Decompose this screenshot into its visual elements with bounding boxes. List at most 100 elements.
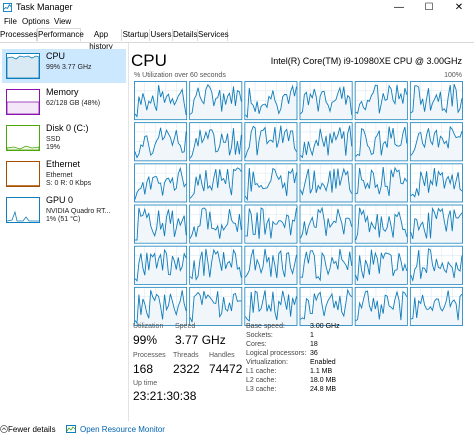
logical-processor-graph	[134, 81, 188, 121]
logical-processor-graph	[134, 204, 188, 244]
disk-thumbnail-graph	[6, 125, 40, 151]
sidebar-item-cpu[interactable]: CPU 99% 3.77 GHz	[2, 49, 126, 83]
tab-users[interactable]: Users	[150, 29, 173, 41]
logical-processor-graph	[134, 286, 188, 326]
logical-processor-graph	[299, 286, 353, 326]
sidebar-item-detail: Ethernet	[46, 172, 73, 179]
sidebar-item-ethernet[interactable]: Ethernet Ethernet S: 0 R: 0 Kbps	[2, 157, 126, 191]
maximize-button[interactable]: ☐	[414, 0, 444, 16]
logical-processor-graph	[409, 81, 463, 121]
tab-services[interactable]: Services	[198, 29, 229, 41]
tab-processes[interactable]: Processes	[0, 29, 37, 41]
logical-processor-graph	[244, 286, 298, 326]
speed-label: Speed	[175, 323, 196, 330]
logical-processor-graph	[299, 163, 353, 203]
sidebar-item-detail: 1% (51 °C)	[46, 216, 81, 223]
handles-value: 74472	[209, 362, 243, 376]
logical-processor-graph	[354, 122, 408, 162]
threads-value: 2322	[173, 362, 200, 376]
footer-bar: Fewer details Open Resource Monitor	[0, 421, 474, 442]
property-label: L3 cache:	[246, 386, 277, 393]
tab-performance[interactable]: Performance	[37, 28, 84, 42]
sidebar-item-label: Disk 0 (C:)	[46, 123, 89, 133]
property-label: Cores:	[246, 341, 267, 348]
property-value: 36	[310, 350, 318, 357]
logical-processor-graph	[409, 286, 463, 326]
handles-label: Handles	[209, 352, 235, 359]
menu-file[interactable]: File	[4, 17, 17, 26]
processes-value: 168	[133, 362, 154, 376]
sidebar-item-memory[interactable]: Memory 62/128 GB (48%)	[2, 85, 126, 119]
logical-processor-graph	[134, 122, 188, 162]
window-title: Task Manager	[16, 2, 73, 12]
logical-processor-graph	[409, 122, 463, 162]
sidebar-item-detail: S: 0 R: 0 Kbps	[46, 180, 92, 187]
processes-label: Processes	[133, 352, 166, 359]
resource-sidebar: CPU 99% 3.77 GHz Memory 62/128 GB (48%) …	[0, 43, 129, 421]
logical-processor-graph	[409, 204, 463, 244]
memory-thumbnail-graph	[6, 89, 40, 115]
property-label: Sockets:	[246, 332, 273, 339]
property-value: 1	[310, 332, 314, 339]
logical-processor-graph	[354, 286, 408, 326]
logical-processor-graph	[189, 81, 243, 121]
property-label: Base speed:	[246, 323, 285, 330]
logical-processor-graphs[interactable]	[134, 81, 463, 326]
property-value: 24.8 MB	[310, 386, 337, 393]
logical-processor-graph	[354, 81, 408, 121]
close-button[interactable]: ✕	[444, 0, 474, 16]
tab-startup[interactable]: Startup	[122, 29, 150, 41]
tab-app-history[interactable]: App history	[81, 29, 122, 51]
logical-processor-graph	[409, 245, 463, 285]
logical-processor-graph	[299, 245, 353, 285]
chevron-up-icon[interactable]	[0, 425, 8, 433]
sidebar-item-detail: SSD	[46, 136, 61, 143]
sidebar-item-detail: NVIDIA Quadro RT...	[46, 208, 111, 215]
sidebar-item-detail: 99% 3.77 GHz	[46, 64, 92, 71]
graph-caption: % Utilization over 60 seconds	[134, 72, 226, 79]
minimize-button[interactable]: —	[384, 0, 414, 16]
task-manager-icon	[3, 3, 12, 12]
menu-view[interactable]: View	[54, 17, 71, 26]
logical-processor-graph	[189, 204, 243, 244]
logical-processor-graph	[354, 245, 408, 285]
sidebar-item-gpu[interactable]: GPU 0 NVIDIA Quadro RT... 1% (51 °C)	[2, 193, 126, 227]
logical-processor-graph	[244, 204, 298, 244]
logical-processor-graph	[189, 122, 243, 162]
sidebar-item-label: GPU 0	[46, 195, 74, 205]
logical-processor-graph	[189, 286, 243, 326]
speed-value: 3.77 GHz	[175, 333, 226, 347]
logical-processor-graph	[189, 163, 243, 203]
ethernet-thumbnail-graph	[6, 161, 40, 187]
sidebar-item-label: CPU	[46, 51, 66, 61]
page-title: CPU	[131, 51, 167, 70]
property-label: Logical processors:	[246, 350, 307, 357]
sidebar-item-detail: 19%	[46, 144, 61, 151]
menu-options[interactable]: Options	[22, 17, 50, 26]
sidebar-item-label: Memory	[46, 87, 79, 97]
logical-processor-graph	[299, 81, 353, 121]
property-value: 1.1 MB	[310, 368, 333, 375]
utilization-value: 99%	[133, 333, 158, 347]
logical-processor-graph	[244, 122, 298, 162]
tab-details[interactable]: Details	[173, 29, 198, 41]
resource-monitor-icon	[66, 425, 76, 433]
sidebar-item-disk[interactable]: Disk 0 (C:) SSD 19%	[2, 121, 126, 155]
logical-processor-graph	[134, 163, 188, 203]
logical-processor-graph	[354, 204, 408, 244]
logical-processor-graph	[244, 81, 298, 121]
cpu-panel: CPU Intel(R) Core(TM) i9-10980XE CPU @ 3…	[131, 43, 474, 421]
sidebar-item-label: Ethernet	[46, 159, 81, 169]
cpu-model-name: Intel(R) Core(TM) i9-10980XE CPU @ 3.00G…	[270, 56, 462, 66]
property-label: L2 cache:	[246, 377, 277, 384]
uptime-value: 23:21:30:38	[133, 389, 197, 403]
threads-label: Threads	[173, 352, 199, 359]
cpu-thumbnail-graph	[6, 53, 40, 79]
title-bar: Task Manager — ☐ ✕	[0, 0, 474, 16]
fewer-details-button[interactable]: Fewer details	[8, 425, 56, 434]
property-value: 18.0 MB	[310, 377, 337, 384]
open-resource-monitor-link[interactable]: Open Resource Monitor	[80, 425, 165, 434]
logical-processor-graph	[299, 122, 353, 162]
tab-bar: Processes Performance App history Startu…	[0, 28, 474, 51]
gpu-thumbnail-graph	[6, 197, 40, 223]
